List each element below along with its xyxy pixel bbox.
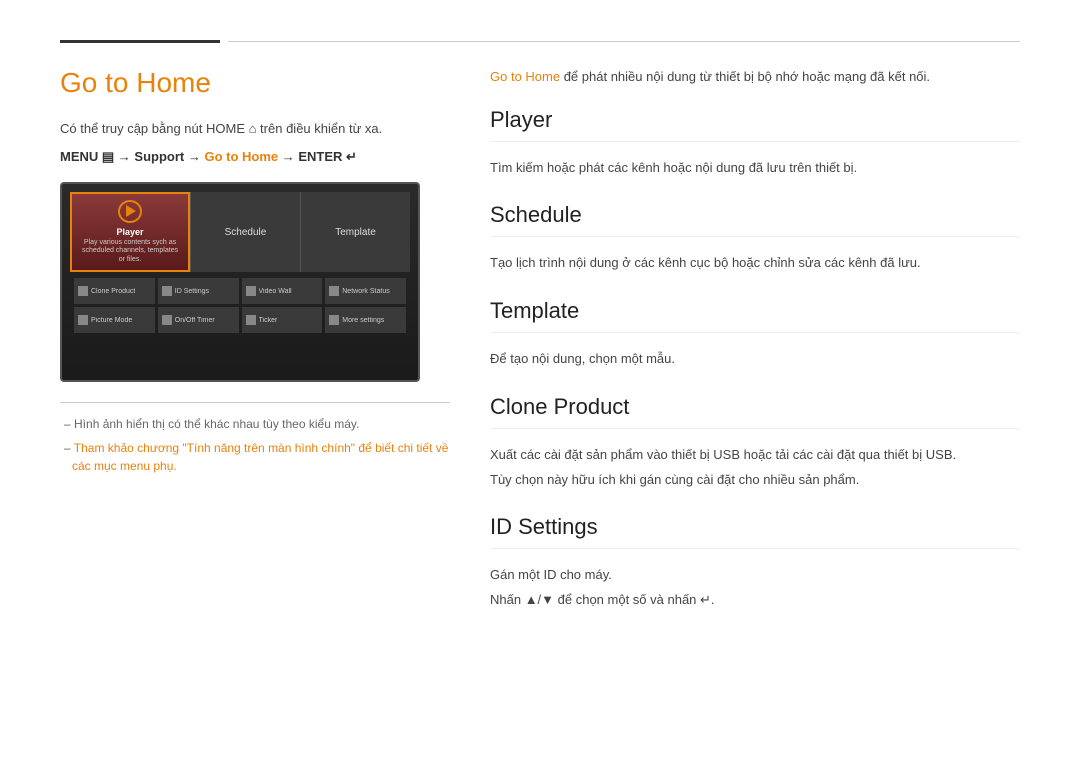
arrow2: → xyxy=(184,149,204,164)
tv-grid-label-video: Video Wall xyxy=(259,288,292,295)
tv-grid-label-timer: On/Off Timer xyxy=(175,317,215,324)
section-player: Player Tìm kiếm hoặc phát các kênh hoặc … xyxy=(490,107,1020,179)
footnote-2: – Tham khảo chương "Tính năng trên màn h… xyxy=(60,439,450,475)
section-title-id: ID Settings xyxy=(490,514,1020,540)
right-intro: Go to Home để phát nhiều nội dung từ thi… xyxy=(490,67,1020,87)
section-title-clone: Clone Product xyxy=(490,394,1020,420)
tv-screen: Player Play various contents sych as sch… xyxy=(60,182,420,382)
arrow3: → xyxy=(278,149,298,164)
section-desc-id-2: Nhấn ▲/▼ để chọn một số và nhấn ↵. xyxy=(490,590,1020,611)
section-divider-template xyxy=(490,332,1020,333)
menu-part: MENU ▤ xyxy=(60,149,114,164)
id-icon xyxy=(162,286,172,296)
section-divider-player xyxy=(490,141,1020,142)
tv-grid-item-timer: On/Off Timer xyxy=(158,307,239,333)
section-desc-id-1: Gán một ID cho máy. xyxy=(490,565,1020,586)
page-container: Go to Home Có thể truy cập bằng nút HOME… xyxy=(0,0,1080,763)
section-title-template: Template xyxy=(490,298,1020,324)
tv-grid-item-ticker: Ticker xyxy=(242,307,323,333)
clone-icon xyxy=(78,286,88,296)
footnotes: – Hình ảnh hiển thị có thể khác nhau tùy… xyxy=(60,402,450,475)
section-divider-clone xyxy=(490,428,1020,429)
tv-grid-item-clone: Clone Product xyxy=(74,278,155,304)
tv-player-label: Player xyxy=(116,227,143,237)
right-column: Go to Home để phát nhiều nội dung từ thi… xyxy=(490,67,1020,635)
footnote-2-link: Tham khảo chương "Tính năng trên màn hìn… xyxy=(72,441,448,473)
timer-icon xyxy=(162,315,172,325)
tv-grid-label-network: Network Status xyxy=(342,288,389,295)
tv-grid-label-ticker: Ticker xyxy=(259,317,278,324)
tv-template-item: Template xyxy=(300,192,410,272)
page-title: Go to Home xyxy=(60,67,450,99)
menu-path: MENU ▤ → Support → Go to Home → ENTER ↵ xyxy=(60,147,450,167)
tv-grid-label-clone: Clone Product xyxy=(91,288,135,295)
support-part: Support xyxy=(134,149,184,164)
section-title-player: Player xyxy=(490,107,1020,133)
tv-play-icon xyxy=(118,200,142,223)
divider-right xyxy=(228,41,1020,42)
section-template: Template Để tạo nội dung, chọn một mẫu. xyxy=(490,298,1020,370)
enter-part: ENTER ↵ xyxy=(298,149,357,164)
section-desc-schedule: Tạo lịch trình nội dung ở các kênh cục b… xyxy=(490,253,1020,274)
tv-player-item: Player Play various contents sych as sch… xyxy=(70,192,190,272)
tv-grid-item-id: ID Settings xyxy=(158,278,239,304)
section-desc-player: Tìm kiếm hoặc phát các kênh hoặc nội dun… xyxy=(490,158,1020,179)
section-desc-clone-1: Xuất các cài đặt sản phẩm vào thiết bị U… xyxy=(490,445,1020,466)
more-icon xyxy=(329,315,339,325)
tv-schedule-item: Schedule xyxy=(190,192,300,272)
network-icon xyxy=(329,286,339,296)
content-layout: Go to Home Có thể truy cập bằng nút HOME… xyxy=(60,67,1020,635)
section-desc-clone-2: Tùy chọn này hữu ích khi gán cùng cài đặ… xyxy=(490,470,1020,491)
tv-grid-item-network: Network Status xyxy=(325,278,406,304)
tv-grid-label-picture: Picture Mode xyxy=(91,317,132,324)
top-divider xyxy=(60,40,1020,43)
divider-left xyxy=(60,40,220,43)
tv-grid-label-more: More settings xyxy=(342,317,384,324)
section-schedule: Schedule Tạo lịch trình nội dung ở các k… xyxy=(490,202,1020,274)
section-desc-template: Để tạo nội dung, chọn một mẫu. xyxy=(490,349,1020,370)
section-id-settings: ID Settings Gán một ID cho máy. Nhấn ▲/▼… xyxy=(490,514,1020,611)
tv-grid-item-video: Video Wall xyxy=(242,278,323,304)
left-column: Go to Home Có thể truy cập bằng nút HOME… xyxy=(60,67,450,635)
tv-grid-label-id: ID Settings xyxy=(175,288,209,295)
play-triangle-icon xyxy=(126,205,136,217)
footnote-1: – Hình ảnh hiển thị có thể khác nhau tùy… xyxy=(60,415,450,433)
tv-grid-item-picture: Picture Mode xyxy=(74,307,155,333)
tv-template-label: Template xyxy=(335,227,376,238)
right-intro-text: để phát nhiều nội dung từ thiết bị bộ nh… xyxy=(560,69,930,84)
tv-top-row: Player Play various contents sych as sch… xyxy=(70,192,410,272)
tv-grid-item-more: More settings xyxy=(325,307,406,333)
section-divider-schedule xyxy=(490,236,1020,237)
tv-bottom-grid: Clone Product ID Settings Video Wall xyxy=(70,278,410,333)
video-icon xyxy=(246,286,256,296)
intro-text: Có thể truy cập bằng nút HOME ⌂ trên điề… xyxy=(60,119,450,139)
tv-menu-area: Player Play various contents sych as sch… xyxy=(62,184,418,341)
picture-icon xyxy=(78,315,88,325)
tv-schedule-label: Schedule xyxy=(225,227,267,238)
right-intro-link: Go to Home xyxy=(490,69,560,84)
section-title-schedule: Schedule xyxy=(490,202,1020,228)
section-clone-product: Clone Product Xuất các cài đặt sản phẩm … xyxy=(490,394,1020,491)
ticker-icon xyxy=(246,315,256,325)
go-to-home-part: Go to Home xyxy=(204,149,278,164)
tv-player-desc: Play various contents sych as scheduled … xyxy=(78,239,182,264)
section-divider-id xyxy=(490,548,1020,549)
arrow1: → xyxy=(114,149,134,164)
